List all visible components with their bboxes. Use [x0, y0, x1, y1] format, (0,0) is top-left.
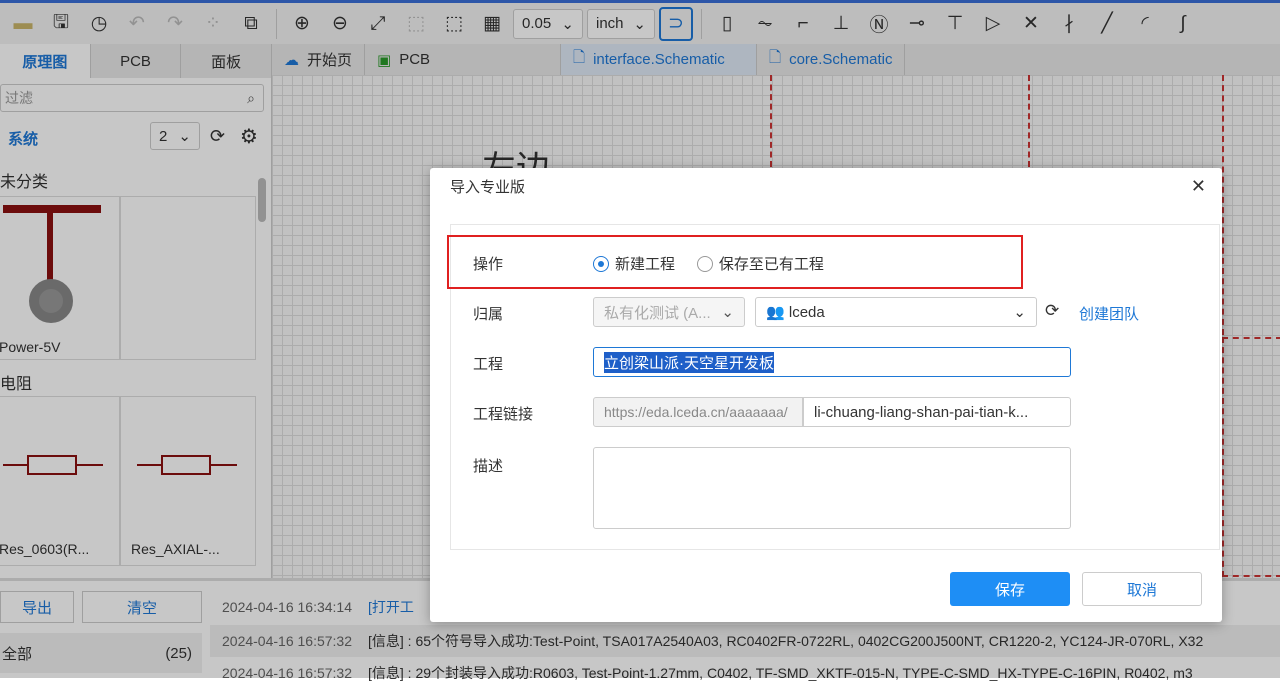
- chevron-down-icon: ⌄: [1013, 304, 1026, 321]
- radio-unchecked-icon: [696, 255, 713, 272]
- operation-label: 操作: [473, 256, 504, 273]
- team-select[interactable]: 👥 lceda ⌄: [755, 297, 1037, 327]
- dialog-form: 操作 新建工程 保存至已有工程 归属 私有化测试 (A... ⌄ 👥 lceda ⌄…: [447, 224, 1220, 550]
- radio-label: 新建工程: [615, 256, 676, 273]
- save-button[interactable]: 保存: [950, 572, 1070, 606]
- description-textarea[interactable]: [593, 447, 1071, 529]
- project-name-input[interactable]: 立创梁山派·天空星开发板: [593, 347, 1071, 377]
- refresh-icon[interactable]: ⟳: [1045, 301, 1059, 321]
- description-label: 描述: [473, 458, 504, 475]
- owner-value: 私有化测试 (A...: [604, 304, 711, 322]
- owner-label: 归属: [473, 306, 504, 323]
- project-link-input[interactable]: li-chuang-liang-shan-pai-tian-k...: [803, 397, 1071, 427]
- operation-radio-group: 新建工程 保存至已有工程: [593, 253, 842, 275]
- import-pro-dialog: 导入专业版 ✕ 操作 新建工程 保存至已有工程 归属 私有化测试 (A... ⌄ 👥…: [430, 168, 1222, 622]
- users-icon: 👥: [766, 304, 785, 321]
- radio-label: 保存至已有工程: [718, 256, 824, 273]
- project-link-label: 工程链接: [473, 406, 534, 423]
- radio-existing-project[interactable]: 保存至已有工程: [696, 253, 824, 274]
- link-prefix: https://eda.lceda.cn/aaaaaaa/: [593, 397, 803, 427]
- radio-new-project[interactable]: 新建工程: [593, 253, 675, 274]
- radio-checked-icon: [593, 255, 609, 272]
- chevron-down-icon: ⌄: [721, 304, 734, 321]
- project-name-value: 立创梁山派·天空星开发板: [604, 351, 774, 373]
- dialog-title: 导入专业版: [450, 178, 526, 196]
- project-label: 工程: [473, 356, 504, 373]
- close-icon[interactable]: ✕: [1191, 176, 1206, 197]
- owner-select[interactable]: 私有化测试 (A... ⌄: [593, 297, 745, 327]
- create-team-link[interactable]: 创建团队: [1079, 303, 1139, 324]
- cancel-button[interactable]: 取消: [1082, 572, 1202, 606]
- team-value: lceda: [788, 304, 825, 321]
